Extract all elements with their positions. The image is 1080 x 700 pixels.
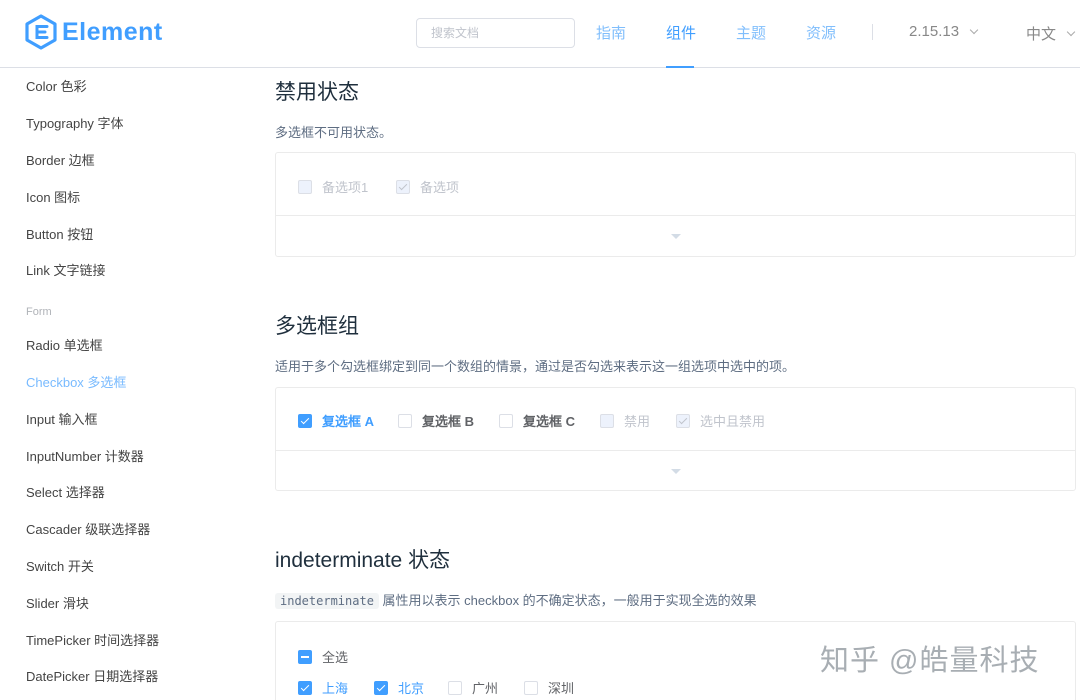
nav-components[interactable]: 组件 [666,22,696,43]
section-desc-indeterminate: indeterminate 属性用以表示 checkbox 的不确定状态，一般用… [275,590,757,609]
sidebar-group-form: Form [26,306,52,318]
checkbox-option-2: 备选项 [396,177,459,196]
checkbox-city-guangzhou[interactable]: 广州 [448,678,498,697]
checkbox-a[interactable]: 复选框 A [298,411,374,430]
version-label: 2.15.13 [909,23,960,40]
sidebar-item-link[interactable]: Link 文字链接 [26,260,105,279]
nav-guide[interactable]: 指南 [596,22,626,43]
section-title-disabled: 禁用状态 [275,81,359,104]
sidebar-item-typography[interactable]: Typography 字体 [26,113,124,132]
sidebar-item-inputnumber[interactable]: InputNumber 计数器 [26,446,144,465]
checkbox-box[interactable] [298,649,312,664]
checkbox-box[interactable] [298,413,312,428]
checkbox-label: 深圳 [548,681,575,696]
checkbox-box[interactable] [398,413,412,428]
checkbox-checked-disabled: 选中且禁用 [676,411,765,430]
chevron-down-icon [1066,27,1076,36]
checkbox-city-shenzhen[interactable]: 深圳 [524,678,574,697]
demo-expand-toggle[interactable] [276,451,1075,491]
sidebar-item-timepicker[interactable]: TimePicker 时间选择器 [26,630,159,649]
sidebar-item-slider[interactable]: Slider 滑块 [26,593,89,612]
section-desc-disabled: 多选框不可用状态。 [275,125,393,140]
watermark: 知乎 @皓量科技 [820,645,1040,677]
element-logo[interactable]: Element [24,14,163,50]
checkbox-label: 全选 [322,650,349,665]
checkbox-select-all[interactable]: 全选 [298,647,348,666]
demo-source: 备选项1 备选项 [276,153,1075,216]
version-dropdown[interactable]: 2.15.13 [909,23,979,40]
caret-down-icon [670,233,681,239]
sidebar-item-datepicker[interactable]: DatePicker 日期选择器 [26,666,158,685]
checkbox-box [396,179,410,194]
sidebar-item-icon[interactable]: Icon 图标 [26,187,80,206]
sidebar-item-button[interactable]: Button 按钮 [26,224,93,243]
sidebar-item-input[interactable]: Input 输入框 [26,409,98,428]
section-title-indeterminate: indeterminate 状态 [275,549,451,572]
checkbox-city-shanghai[interactable]: 上海 [298,678,348,697]
checkbox-box[interactable] [298,680,312,695]
language-label: 中文 [1026,26,1057,43]
top-header: Element 指南 组件 主题 资源 2.15.13 中文 [0,0,1080,68]
inline-code: indeterminate [275,593,379,609]
checkbox-label: 禁用 [624,414,651,429]
demo-block-disabled: 备选项1 备选项 [275,152,1076,257]
checkbox-box [298,179,312,194]
checkbox-box [676,413,690,428]
checkbox-box[interactable] [499,413,513,428]
desc-text: 属性用以表示 checkbox 的不确定状态，一般用于实现全选的效果 [378,593,757,608]
caret-down-icon [670,468,681,474]
sidebar-item-checkbox[interactable]: Checkbox 多选框 [26,372,126,391]
checkbox-label: 复选框 B [422,414,475,429]
checkbox-box [600,413,614,428]
checkbox-label: 北京 [398,681,425,696]
sidebar-item-select[interactable]: Select 选择器 [26,482,105,501]
checkbox-box[interactable] [524,680,538,695]
sidebar-item-border[interactable]: Border 边框 [26,150,95,169]
sidebar-item-color[interactable]: Color 色彩 [26,76,87,95]
checkbox-label: 广州 [472,681,499,696]
language-dropdown[interactable]: 中文 [1026,23,1076,44]
checkbox-label: 选中且禁用 [700,414,766,429]
checkbox-label: 复选框 C [523,414,576,429]
checkbox-label: 备选项1 [322,180,369,195]
nav-divider [872,24,873,40]
demo-expand-toggle[interactable] [276,216,1075,256]
checkbox-disabled: 禁用 [600,411,650,430]
checkbox-option-1: 备选项1 [298,177,368,196]
checkbox-label: 复选框 A [322,414,375,429]
sidebar-item-radio[interactable]: Radio 单选框 [26,335,103,354]
section-title-group: 多选框组 [275,315,359,338]
section-desc-group: 适用于多个勾选框绑定到同一个数组的情景，通过是否勾选来表示这一组选项中选中的项。 [275,359,796,374]
checkbox-city-beijing[interactable]: 北京 [374,678,424,697]
demo-source: 复选框 A 复选框 B 复选框 C 禁用 选中且禁用 [276,388,1075,451]
checkbox-box[interactable] [448,680,462,695]
checkbox-b[interactable]: 复选框 B [398,411,474,430]
checkbox-box[interactable] [374,680,388,695]
chevron-down-icon [969,25,979,34]
checkbox-c[interactable]: 复选框 C [499,411,575,430]
sidebar-item-cascader[interactable]: Cascader 级联选择器 [26,519,150,538]
logo-text: Element [62,17,163,46]
nav-resources[interactable]: 资源 [806,22,836,43]
search-input[interactable] [416,18,575,48]
demo-block-group: 复选框 A 复选框 B 复选框 C 禁用 选中且禁用 [275,387,1076,491]
sidebar: Color 色彩 Typography 字体 Border 边框 Icon 图标… [0,68,240,700]
nav-active-indicator [666,66,694,68]
element-hexagon-icon [25,14,57,50]
sidebar-item-switch[interactable]: Switch 开关 [26,556,94,575]
checkbox-label: 上海 [322,681,349,696]
checkbox-label: 备选项 [420,180,460,195]
nav-theme[interactable]: 主题 [736,22,766,43]
